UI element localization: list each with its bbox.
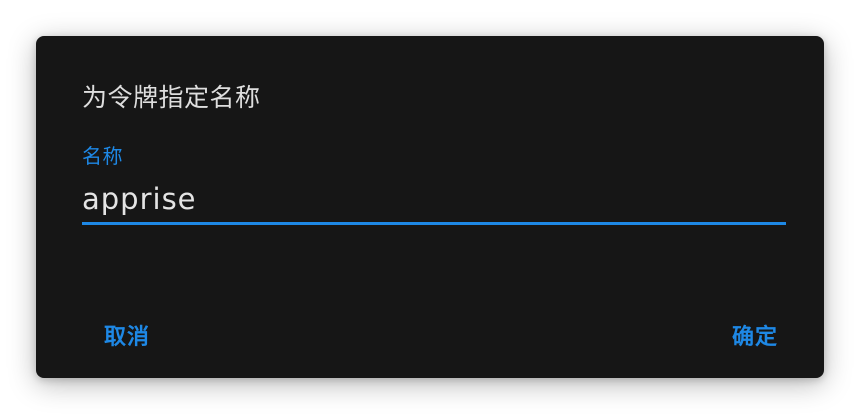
name-input[interactable]	[82, 176, 786, 222]
page-backdrop: 为令牌指定名称 名称 取消 确定	[0, 0, 860, 414]
cancel-button[interactable]: 取消	[82, 316, 172, 360]
name-field-underline	[82, 222, 786, 225]
confirm-button[interactable]: 确定	[710, 316, 800, 360]
name-token-dialog: 为令牌指定名称 名称 取消 确定	[36, 36, 824, 378]
name-field: 名称	[82, 142, 786, 228]
name-field-label: 名称	[82, 144, 123, 168]
dialog-title: 为令牌指定名称	[82, 83, 261, 112]
